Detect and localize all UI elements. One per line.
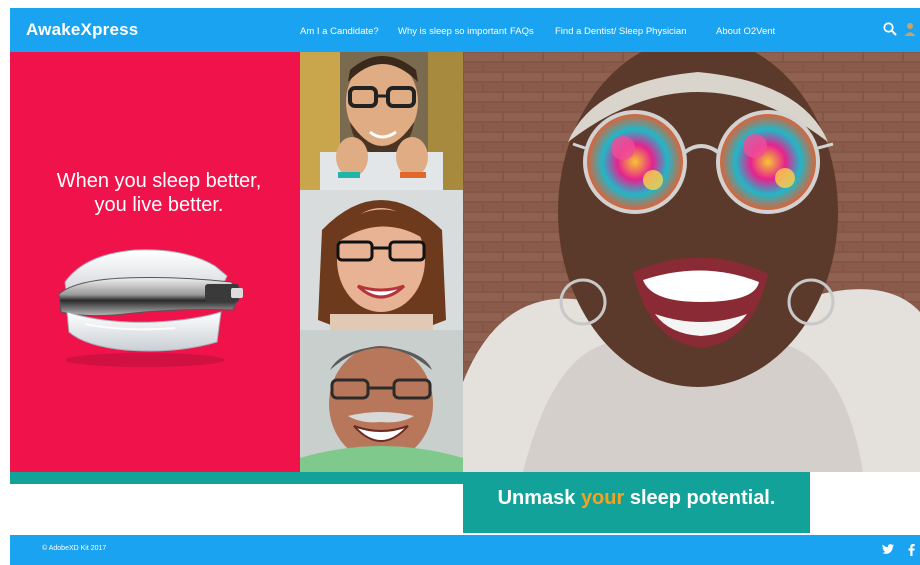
portrait-woman-glasses (300, 190, 463, 330)
facebook-icon[interactable] (908, 544, 915, 559)
nav-am-i-a-candidate[interactable]: Am I a Candidate? (300, 26, 379, 37)
tagline-line-2: you live better. (94, 194, 224, 216)
site-header: AwakeXpress Am I a Candidate? Why is sle… (10, 8, 920, 52)
headline-accent: your (580, 487, 625, 509)
headline-after: sleep potential. (624, 487, 776, 509)
hero-tagline: When you sleep better, you live better. (24, 169, 294, 217)
portrait-man-glasses (300, 52, 463, 190)
user-icon[interactable] (902, 21, 918, 37)
nav-about-o2vent[interactable]: About O2Vent (716, 26, 775, 37)
nav-faqs[interactable]: FAQs (510, 26, 534, 37)
search-icon[interactable] (882, 21, 898, 37)
hero-section: When you sleep better, you live better. (10, 52, 920, 472)
site-footer: © AdobeXD Kit 2017 (10, 535, 920, 565)
portrait-older-man (300, 330, 463, 472)
headline-text: Unmask your sleep potential. (463, 487, 810, 510)
oral-appliance-image (45, 232, 255, 372)
hero-red-panel: When you sleep better, you live better. (10, 52, 300, 472)
tagline-line-1: When you sleep better, (56, 170, 262, 192)
nav-find-dentist[interactable]: Find a Dentist/ Sleep Physician (555, 26, 686, 37)
copyright-text: © AdobeXD Kit 2017 (42, 545, 107, 552)
headline-before: Unmask (497, 487, 581, 509)
teal-divider-bar (10, 472, 463, 484)
twitter-icon[interactable] (882, 544, 894, 558)
headline-banner: Unmask your sleep potential. (463, 472, 810, 533)
brand-logo[interactable]: AwakeXpress (26, 20, 138, 40)
hero-main-photo-woman-sunglasses (463, 52, 920, 472)
nav-why-sleep-important[interactable]: Why is sleep so important (398, 26, 507, 37)
